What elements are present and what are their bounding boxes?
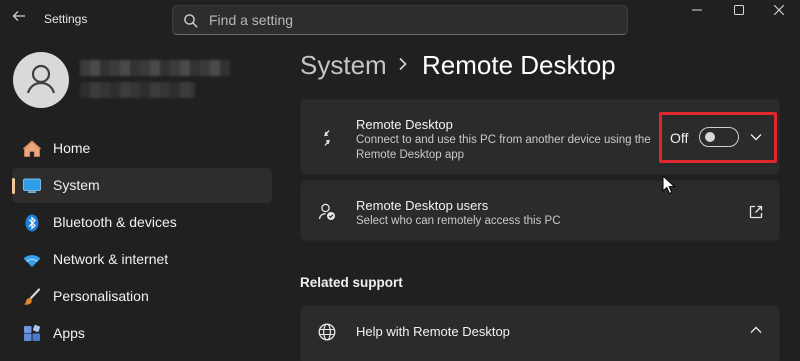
bluetooth-icon (25, 214, 39, 232)
user-name-redacted (80, 60, 230, 76)
toggle-state-label: Off (670, 130, 689, 146)
sidebar-item-personalisation[interactable]: Personalisation (12, 279, 272, 314)
user-icon (26, 64, 56, 94)
back-arrow-icon[interactable] (8, 8, 30, 30)
sidebar-item-home[interactable]: Home (12, 131, 272, 166)
sidebar-item-label: Apps (53, 325, 85, 341)
user-check-icon (318, 203, 335, 220)
sidebar-item-label: Network & internet (53, 251, 169, 267)
wifi-icon (23, 255, 41, 267)
sidebar-item-system[interactable]: System (12, 168, 272, 203)
help-title: Help with Remote Desktop (356, 324, 510, 339)
globe-icon (318, 323, 336, 341)
sidebar-item-bluetooth[interactable]: Bluetooth & devices (12, 205, 272, 240)
breadcrumb-parent[interactable]: System (300, 50, 387, 81)
remote-desktop-users-card[interactable]: Remote Desktop users Select who can remo… (300, 180, 780, 241)
search-icon (184, 14, 198, 28)
sidebar-nav: Home System Bluetooth & devices Network … (12, 131, 272, 353)
system-monitor-icon (23, 178, 41, 193)
title-bar: Settings (0, 0, 800, 40)
chevron-up-icon[interactable] (748, 322, 764, 338)
remote-desktop-title: Remote Desktop (356, 117, 453, 132)
sidebar-item-label: Home (53, 140, 91, 156)
avatar[interactable] (13, 52, 69, 108)
remote-desktop-icon (324, 130, 330, 146)
close-icon[interactable] (756, 0, 800, 24)
sidebar-item-label: Personalisation (53, 288, 149, 304)
sidebar-item-network[interactable]: Network & internet (12, 242, 272, 277)
chevron-down-icon[interactable] (748, 129, 764, 145)
sidebar-item-label: Bluetooth & devices (53, 214, 177, 230)
paintbrush-icon (23, 288, 41, 305)
sidebar-item-apps[interactable]: Apps (12, 316, 272, 351)
mouse-cursor-icon (662, 175, 676, 195)
toggle-knob (705, 132, 715, 142)
search-box[interactable] (172, 5, 628, 35)
home-icon (22, 140, 42, 157)
minimize-icon[interactable] (674, 0, 720, 24)
related-support-heading: Related support (300, 275, 403, 290)
external-link-icon[interactable] (748, 204, 764, 220)
help-remote-desktop-card[interactable]: Help with Remote Desktop (300, 305, 780, 361)
remote-desktop-description: Connect to and use this PC from another … (356, 134, 651, 161)
search-input[interactable] (209, 10, 609, 30)
page-title: Remote Desktop (422, 50, 616, 80)
chevron-right-icon (397, 57, 409, 76)
remote-users-title: Remote Desktop users (356, 198, 489, 213)
apps-icon (24, 324, 41, 341)
remote-users-description: Select who can remotely access this PC (356, 215, 561, 227)
sidebar-item-label: System (53, 177, 100, 193)
remote-desktop-toggle[interactable] (699, 127, 739, 147)
user-email-redacted (80, 82, 195, 98)
app-title: Settings (44, 12, 88, 26)
